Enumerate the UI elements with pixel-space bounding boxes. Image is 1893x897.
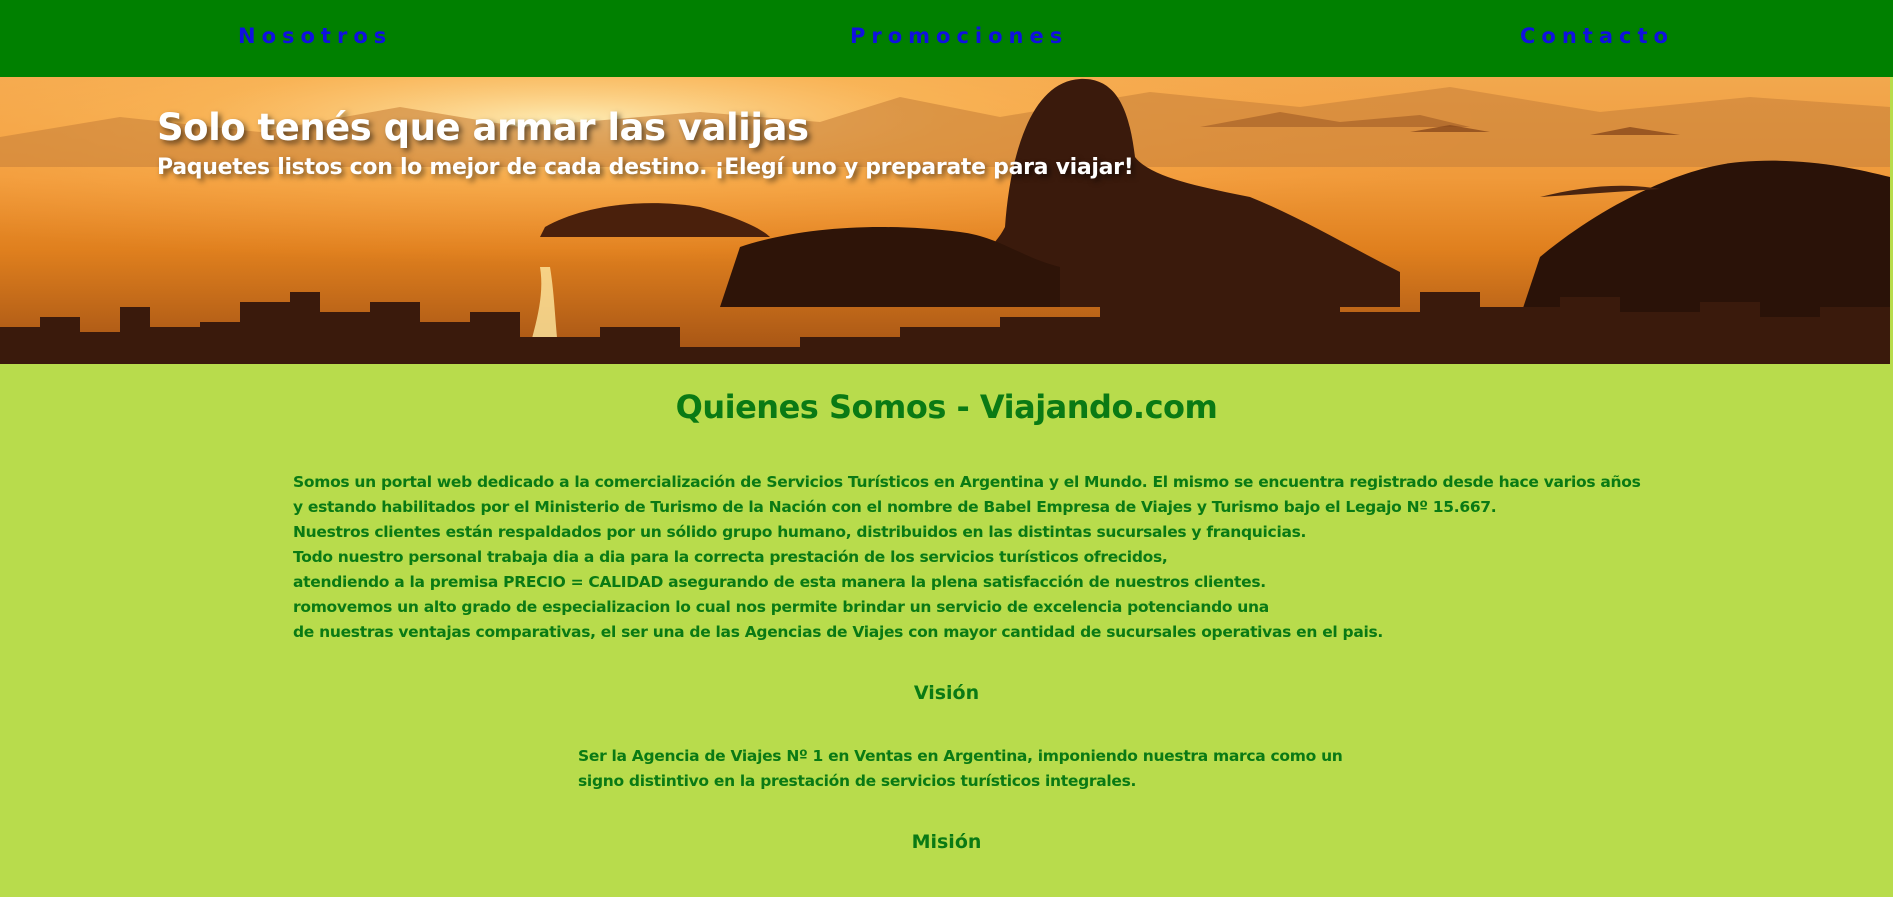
- mission-heading: Misión: [911, 831, 982, 853]
- nav-link-promociones[interactable]: Promociones: [850, 24, 1068, 48]
- about-line: Somos un portal web dedicado a la comerc…: [293, 473, 1641, 491]
- about-line: Todo nuestro personal trabaja dia a dia …: [293, 548, 1168, 566]
- hero-banner: Solo tenés que armar las valijas Paquete…: [0, 77, 1890, 364]
- nav-link-contacto[interactable]: Contacto: [1520, 24, 1674, 48]
- vision-heading: Visión: [913, 682, 980, 704]
- hero-subtitle: Paquetes listos con lo mejor de cada des…: [157, 155, 1134, 180]
- about-line: romovemos un alto grado de especializaci…: [293, 598, 1269, 616]
- about-line: atendiendo a la premisa PRECIO = CALIDAD…: [293, 573, 1266, 591]
- about-paragraph: Somos un portal web dedicado a la comerc…: [293, 470, 1641, 645]
- vision-line: signo distintivo en la prestación de ser…: [578, 772, 1137, 790]
- vision-paragraph: Ser la Agencia de Viajes Nº 1 en Ventas …: [578, 744, 1343, 794]
- top-navbar: Nosotros Promociones Contacto: [0, 0, 1893, 77]
- nav-link-nosotros[interactable]: Nosotros: [238, 24, 392, 48]
- vision-line: Ser la Agencia de Viajes Nº 1 en Ventas …: [578, 747, 1343, 765]
- hero-title: Solo tenés que armar las valijas: [157, 106, 809, 149]
- about-line: y estando habilitados por el Ministerio …: [293, 498, 1497, 516]
- page-title: Quienes Somos - Viajando.com: [675, 388, 1218, 426]
- about-line: Nuestros clientes están respaldados por …: [293, 523, 1307, 541]
- about-line: de nuestras ventajas comparativas, el se…: [293, 623, 1384, 641]
